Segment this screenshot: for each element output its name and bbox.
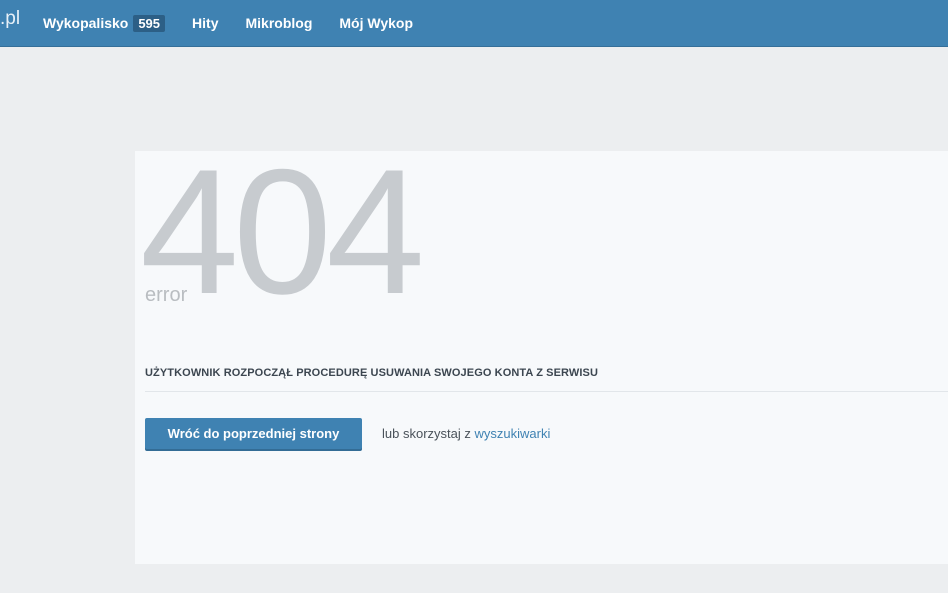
search-suggestion-prefix: lub skorzystaj z <box>382 426 475 441</box>
nav-item-label: Mój Wykop <box>339 15 414 31</box>
error-message: UŻYTKOWNIK ROZPOCZĄŁ PROCEDURĘ USUWANIA … <box>145 367 599 379</box>
error-card: 404 error UŻYTKOWNIK ROZPOCZĄŁ PROCEDURĘ… <box>135 143 948 564</box>
nav-item-moj-wykop[interactable]: Mój Wykop <box>339 15 413 31</box>
top-navigation-bar: .pl Wykopalisko 595 Hity Mikroblog Mój W… <box>0 0 948 46</box>
search-suggestion: lub skorzystaj z wyszukiwarki <box>382 426 550 441</box>
nav-item-hity[interactable]: Hity <box>192 15 218 31</box>
main-nav: Wykopalisko 595 Hity Mikroblog Mój Wykop <box>43 0 440 46</box>
nav-item-label: Mikroblog <box>245 15 313 31</box>
nav-item-wykopalisko[interactable]: Wykopalisko 595 <box>43 14 166 32</box>
nav-item-label: Hity <box>192 15 219 31</box>
divider <box>145 391 948 392</box>
error-word: error <box>145 284 188 306</box>
search-link[interactable]: wyszukiwarki <box>474 426 550 441</box>
nav-item-mikroblog[interactable]: Mikroblog <box>245 15 312 31</box>
count-badge: 595 <box>133 14 166 32</box>
back-button[interactable]: Wróć do poprzedniej strony <box>145 418 362 449</box>
nav-item-label: Wykopalisko <box>43 15 129 31</box>
site-logo[interactable]: .pl <box>0 8 20 30</box>
